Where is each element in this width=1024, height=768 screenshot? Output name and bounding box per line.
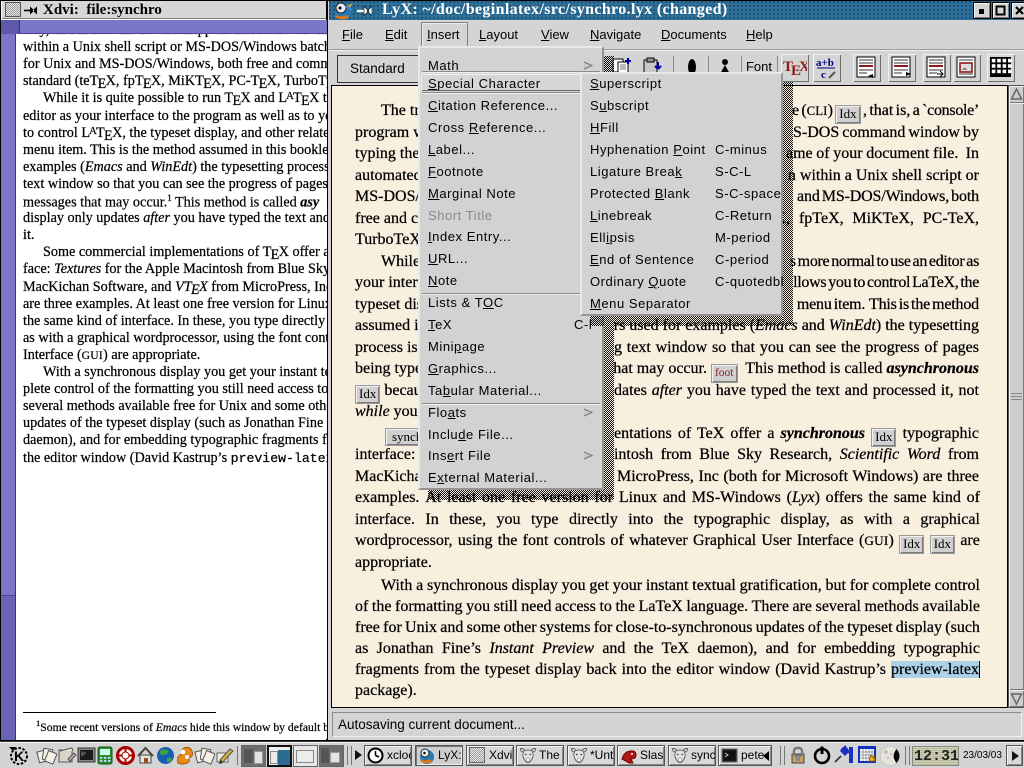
svg-text:X: X [799, 59, 807, 75]
svg-text:c: c [821, 69, 826, 80]
svg-text:a+b: a+b [816, 57, 834, 69]
svg-text:K: K [14, 748, 24, 764]
